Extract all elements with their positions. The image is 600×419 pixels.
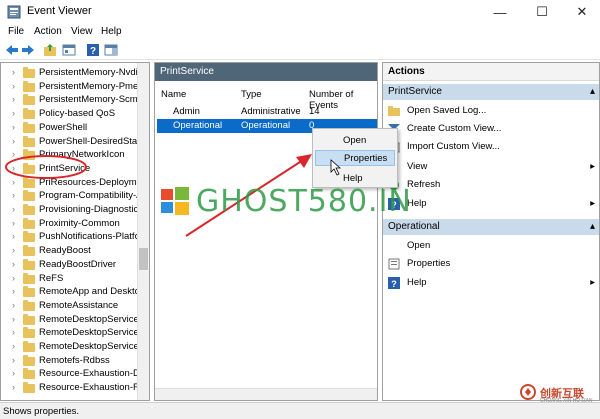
highlight-ellipse (5, 155, 87, 179)
watermark-text: GHOST580.IN (196, 184, 412, 219)
status-text: Shows properties. (3, 406, 80, 417)
mouse-cursor-icon (330, 159, 342, 176)
annotation-arrowhead (296, 154, 312, 168)
windows-logo-icon (161, 187, 189, 215)
brand-logo-icon (520, 384, 536, 400)
status-bar: Shows properties. (0, 402, 600, 419)
